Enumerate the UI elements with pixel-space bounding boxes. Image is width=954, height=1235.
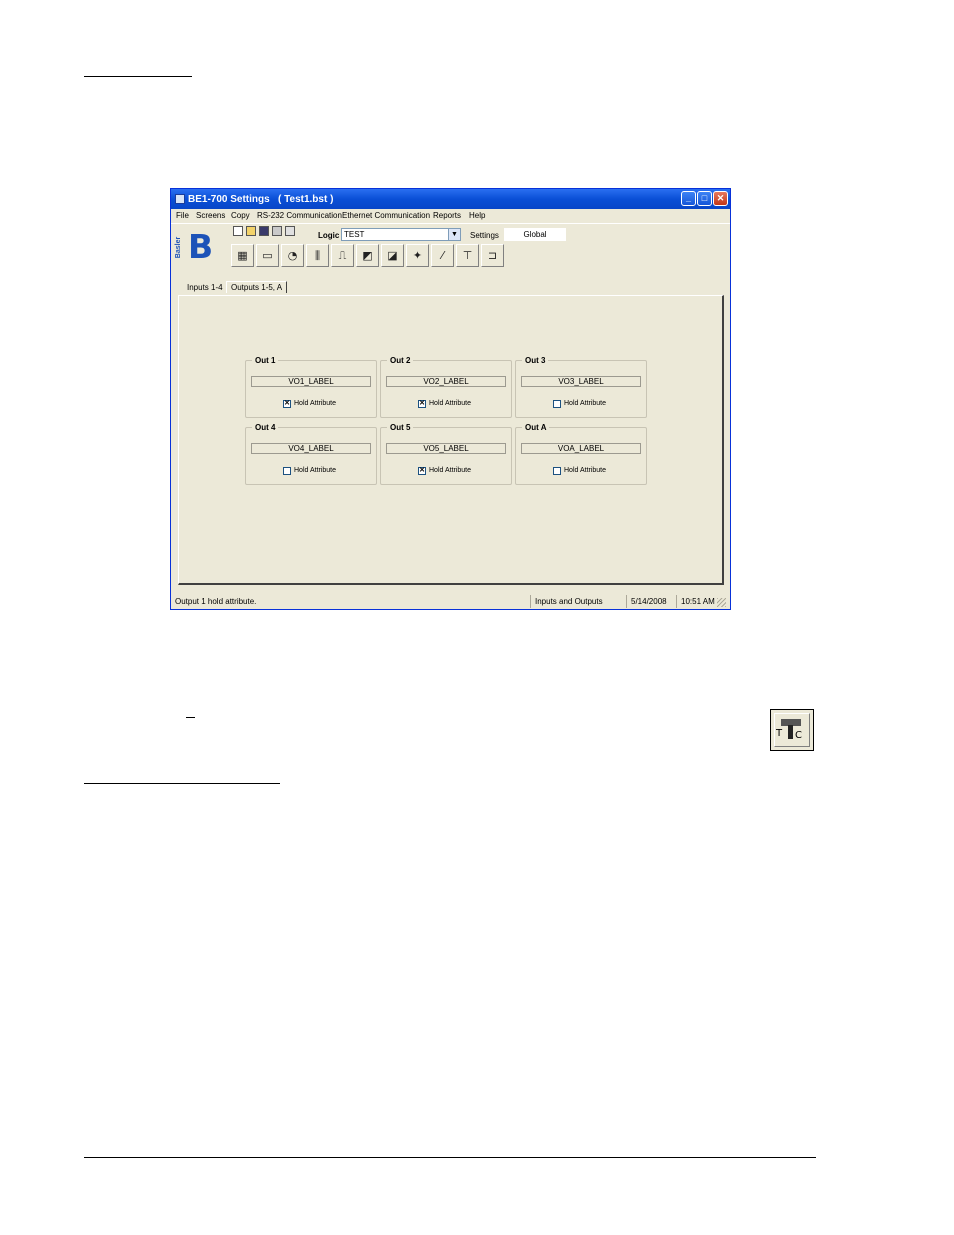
tc-icon: T C: [770, 709, 814, 751]
tab-outputs[interactable]: Outputs 1-5, A: [226, 281, 288, 293]
output-group-5: Out 5 VO5_LABEL ✕ Hold Attribute: [380, 423, 512, 485]
hold-attribute-checkbox[interactable]: [553, 400, 561, 408]
hold-attribute-label: Hold Attribute: [429, 400, 472, 407]
open-folder-icon[interactable]: [246, 226, 256, 236]
settings-window: BE1-700 Settings ( Test1.bst ) _ □ ✕ Fil…: [170, 188, 731, 610]
menu-reports[interactable]: Reports: [433, 211, 461, 220]
timer-curve-icon[interactable]: ◪: [381, 244, 404, 267]
menu-rs232[interactable]: RS-232 Communication: [257, 211, 342, 220]
protection-curve-icon[interactable]: ◩: [356, 244, 379, 267]
logo-word: Basler: [175, 236, 183, 259]
chevron-down-icon[interactable]: ▼: [448, 229, 460, 240]
logo-letter: B: [188, 227, 214, 266]
window-title: BE1-700 Settings ( Test1.bst ): [188, 194, 334, 205]
hold-attribute-label: Hold Attribute: [429, 467, 472, 474]
outputs-panel: Out 1 VO1_LABEL ✕ Hold Attribute Out 2 V…: [178, 295, 724, 585]
output-label-field[interactable]: VO1_LABEL: [251, 376, 371, 387]
logic-select[interactable]: TEST ▼: [341, 228, 461, 241]
new-file-icon[interactable]: [233, 226, 243, 236]
status-bar: Output 1 hold attribute. Inputs and Outp…: [173, 595, 728, 609]
output-title: Out A: [522, 423, 550, 432]
output-title: Out 5: [387, 423, 414, 432]
menu-file[interactable]: File: [176, 211, 189, 220]
breaker-icon[interactable]: ✦: [406, 244, 429, 267]
settings-label: Settings: [470, 231, 499, 240]
comm-port-icon[interactable]: ▭: [256, 244, 279, 267]
section-underline: [84, 783, 280, 784]
tc-stem: [788, 725, 793, 739]
save-icon[interactable]: [259, 226, 269, 236]
menu-copy[interactable]: Copy: [231, 211, 250, 220]
hold-attribute-checkbox[interactable]: ✕: [283, 400, 291, 408]
tc-letter-t: T: [776, 728, 783, 739]
hold-attribute-checkbox[interactable]: ✕: [418, 467, 426, 475]
hold-attribute-checkbox[interactable]: [283, 467, 291, 475]
setup-grid-icon[interactable]: ▦: [231, 244, 254, 267]
settings-value[interactable]: Global: [504, 228, 566, 241]
status-time: 10:51 AM: [676, 595, 718, 608]
logic-label: Logic: [318, 231, 340, 240]
close-button[interactable]: ✕: [713, 191, 728, 206]
logic-value: TEST: [344, 230, 365, 239]
pulse-icon[interactable]: ⎍: [331, 244, 354, 267]
output-group-4: Out 4 VO4_LABEL Hold Attribute: [245, 423, 377, 485]
hold-attribute-label: Hold Attribute: [564, 467, 607, 474]
footer-rule: [84, 1157, 816, 1158]
hold-attribute-checkbox[interactable]: ✕: [418, 400, 426, 408]
hold-attribute-label: Hold Attribute: [294, 400, 337, 407]
status-message: Output 1 hold attribute.: [175, 597, 257, 606]
tc-letter-c: C: [795, 730, 802, 741]
hold-attribute-label: Hold Attribute: [294, 467, 337, 474]
maximize-button[interactable]: □: [697, 191, 712, 206]
sensing-inputs-icon[interactable]: ⫼: [306, 244, 329, 267]
properties-icon[interactable]: [285, 226, 295, 236]
clock-icon[interactable]: ◔: [281, 244, 304, 267]
output-group-2: Out 2 VO2_LABEL ✕ Hold Attribute: [380, 356, 512, 418]
output-group-1: Out 1 VO1_LABEL ✕ Hold Attribute: [245, 356, 377, 418]
menu-ethernet[interactable]: Ethernet Communication: [342, 211, 430, 220]
output-title: Out 3: [522, 356, 549, 365]
output-title: Out 2: [387, 356, 414, 365]
minimize-button[interactable]: _: [681, 191, 696, 206]
title-bar: BE1-700 Settings ( Test1.bst ) _ □ ✕: [171, 189, 730, 209]
hold-attribute-checkbox[interactable]: [553, 467, 561, 475]
logic-gate-icon[interactable]: ⊐: [481, 244, 504, 267]
status-date: 5/14/2008: [626, 595, 674, 608]
output-title: Out 4: [252, 423, 279, 432]
basler-logo: Basler B: [175, 227, 218, 266]
hold-attribute-label: Hold Attribute: [564, 400, 607, 407]
io-contact-icon[interactable]: ⁄: [431, 244, 454, 267]
toolbar: Basler B Logic TEST ▼ Settings Global ▦ …: [171, 223, 730, 267]
menu-help[interactable]: Help: [469, 211, 485, 220]
output-group-a: Out A VOA_LABEL Hold Attribute: [515, 423, 647, 485]
output-label-field[interactable]: VO5_LABEL: [386, 443, 506, 454]
output-label-field[interactable]: VO4_LABEL: [251, 443, 371, 454]
tc-icon[interactable]: ⊤: [456, 244, 479, 267]
output-title: Out 1: [252, 356, 279, 365]
menu-bar: File Screens Copy RS-232 Communication E…: [174, 210, 730, 222]
text-fragment-mark: [186, 717, 195, 718]
output-label-field[interactable]: VO2_LABEL: [386, 376, 506, 387]
output-label-field[interactable]: VO3_LABEL: [521, 376, 641, 387]
app-icon: [175, 194, 185, 204]
output-label-field[interactable]: VOA_LABEL: [521, 443, 641, 454]
output-group-3: Out 3 VO3_LABEL Hold Attribute: [515, 356, 647, 418]
tab-inputs[interactable]: Inputs 1-4: [187, 283, 223, 292]
header-underline: [84, 76, 192, 77]
print-icon[interactable]: [272, 226, 282, 236]
resize-grip[interactable]: [717, 598, 726, 607]
status-screen: Inputs and Outputs: [530, 595, 624, 608]
menu-screens[interactable]: Screens: [196, 211, 225, 220]
